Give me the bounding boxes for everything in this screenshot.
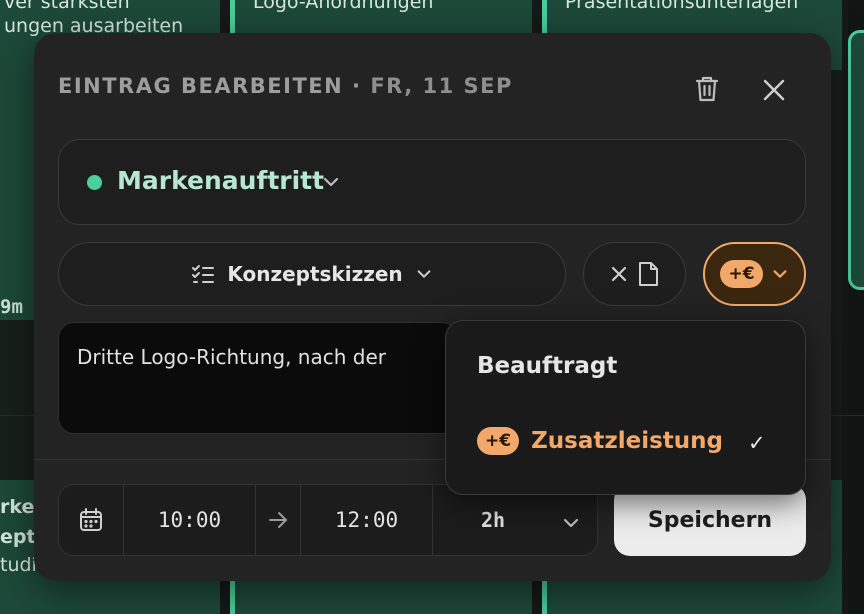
menu-item-zusatzleistung[interactable]: +€ Zusatzleistung bbox=[477, 427, 723, 455]
trash-icon bbox=[695, 76, 719, 102]
task-label: Konzeptskizzen bbox=[227, 262, 403, 286]
note-textarea[interactable]: Dritte Logo-Richtung, nach der bbox=[58, 322, 458, 434]
delete-button[interactable] bbox=[689, 71, 725, 107]
extra-service-badge: +€ bbox=[477, 427, 520, 455]
billing-type-menu: Beauftragt +€ Zusatzleistung ✓ bbox=[445, 320, 806, 495]
start-time-input[interactable]: 10:00 bbox=[124, 485, 255, 555]
event-text: Logo-Anordnungen bbox=[253, 0, 434, 13]
project-select[interactable]: Markenauftritt bbox=[58, 139, 806, 225]
menu-item-beauftragt[interactable]: Beauftragt bbox=[477, 353, 617, 379]
event-text: Präsentationsunterlagen bbox=[565, 0, 799, 13]
note-text: Dritte Logo-Richtung, nach der bbox=[77, 345, 386, 369]
close-button[interactable] bbox=[756, 72, 792, 108]
close-icon bbox=[763, 79, 785, 101]
document-icon bbox=[638, 262, 658, 286]
arrow-right-icon bbox=[256, 485, 300, 555]
no-document-button[interactable] bbox=[583, 242, 686, 306]
billing-type-select[interactable]: +€ bbox=[703, 242, 806, 306]
chevron-down-icon bbox=[773, 270, 787, 278]
project-name: Markenauftritt bbox=[117, 166, 325, 195]
chevron-down-icon bbox=[563, 518, 579, 528]
checkmark-icon: ✓ bbox=[748, 431, 766, 455]
end-time-input[interactable]: 12:00 bbox=[301, 485, 432, 555]
calendar-icon bbox=[80, 508, 102, 531]
calendar-event[interactable] bbox=[848, 30, 864, 290]
chevron-down-icon bbox=[323, 177, 339, 187]
date-picker-button[interactable] bbox=[59, 485, 123, 555]
close-icon bbox=[611, 266, 626, 282]
dialog-date: FR, 11 SEP bbox=[370, 74, 513, 98]
chevron-down-icon bbox=[417, 270, 431, 278]
event-text: 9m bbox=[0, 296, 23, 318]
project-color-dot bbox=[87, 175, 102, 190]
dialog-title-text: EINTRAG BEARBEITEN bbox=[58, 74, 344, 98]
duration-select[interactable]: 2h bbox=[433, 485, 597, 555]
duration-value: 2h bbox=[481, 508, 506, 532]
title-separator: · bbox=[343, 74, 371, 98]
task-select[interactable]: Konzeptskizzen bbox=[58, 242, 566, 306]
event-text: ver stärksten bbox=[4, 0, 130, 13]
start-time-value: 10:00 bbox=[157, 508, 222, 532]
dialog-title: EINTRAG BEARBEITEN · FR, 11 SEP bbox=[58, 74, 513, 98]
end-time-value: 12:00 bbox=[334, 508, 399, 532]
extra-service-badge: +€ bbox=[720, 260, 763, 288]
checklist-icon bbox=[192, 265, 215, 283]
menu-item-label: Zusatzleistung bbox=[531, 428, 723, 454]
